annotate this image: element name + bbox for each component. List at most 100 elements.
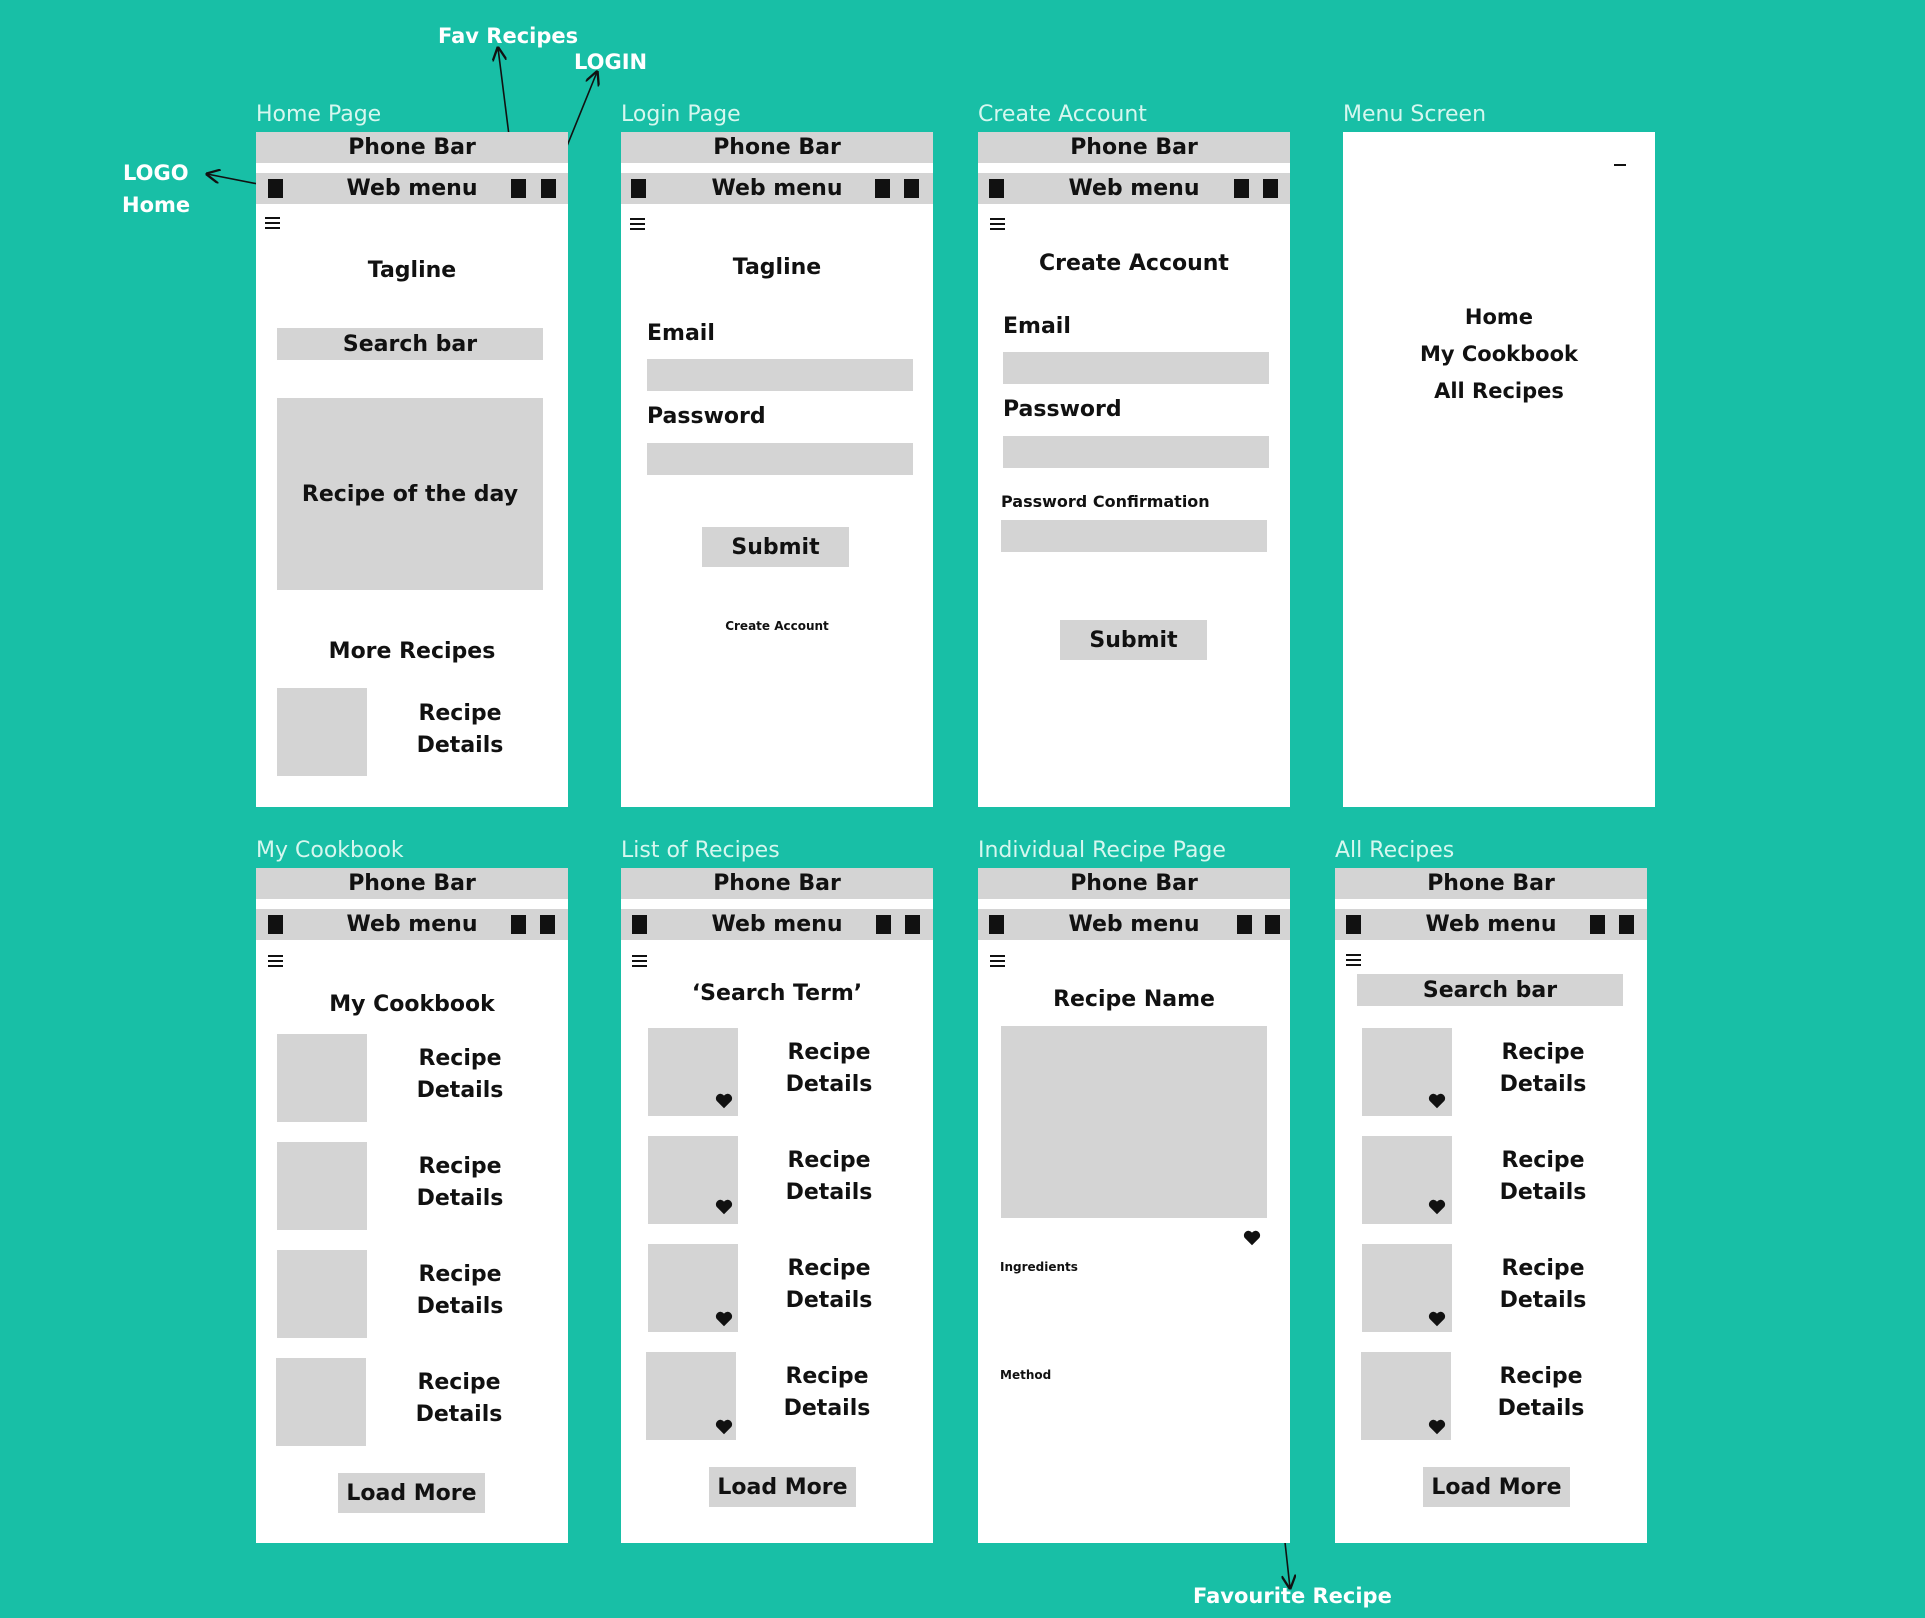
password-label: Password	[647, 404, 766, 429]
search-bar[interactable]: Search bar	[1357, 974, 1623, 1006]
load-more-button[interactable]: Load More	[1423, 1467, 1570, 1507]
hamburger-menu-icon[interactable]	[632, 955, 647, 969]
hamburger-menu-icon[interactable]	[265, 217, 280, 231]
list-of-recipes-title: List of Recipes	[621, 838, 780, 863]
submit-button[interactable]: Submit	[702, 527, 849, 567]
fav-recipes-icon[interactable]	[511, 915, 526, 934]
recipe-thumbnail[interactable]	[277, 688, 367, 776]
email-label: Email	[1003, 314, 1071, 339]
individual-recipe-frame: Phone Bar Web menu Recipe Name Ingredien…	[978, 868, 1290, 1543]
menu-item-home[interactable]: Home	[1343, 305, 1655, 329]
recipe-details-text: Recipe Details	[416, 701, 504, 758]
submit-button[interactable]: Submit	[1060, 620, 1207, 660]
login-icon[interactable]	[1263, 179, 1278, 198]
email-field[interactable]	[1003, 352, 1269, 384]
web-menu-label: Web menu	[711, 176, 843, 201]
tagline: Tagline	[367, 258, 457, 283]
create-account-title: Create Account	[978, 102, 1147, 127]
login-icon[interactable]	[905, 915, 920, 934]
recipe-name-heading: Recipe Name	[1053, 987, 1215, 1012]
recipe-of-the-day-card[interactable]: Recipe of the day	[277, 398, 543, 590]
fav-recipes-icon[interactable]	[875, 179, 890, 198]
email-field[interactable]	[647, 359, 913, 391]
favourite-heart-icon[interactable]	[1428, 1418, 1446, 1436]
recipe-thumbnail[interactable]	[277, 1250, 367, 1338]
favourite-heart-icon[interactable]	[715, 1092, 733, 1110]
password-field[interactable]	[647, 443, 913, 475]
login-icon[interactable]	[904, 179, 919, 198]
tagline: Tagline	[732, 255, 822, 280]
fav-recipes-icon[interactable]	[1590, 915, 1605, 934]
menu-item-all-recipes[interactable]: All Recipes	[1343, 379, 1655, 403]
favourite-heart-icon[interactable]	[715, 1418, 733, 1436]
favourite-heart-icon[interactable]	[1428, 1092, 1446, 1110]
logo-home-icon[interactable]	[1346, 915, 1361, 934]
fav-recipes-icon[interactable]	[1237, 915, 1252, 934]
logo-home-icon[interactable]	[268, 915, 283, 934]
search-term-heading: ‘Search Term’	[691, 981, 863, 1006]
fav-recipes-icon[interactable]	[876, 915, 891, 934]
recipe-thumbnail[interactable]	[276, 1358, 366, 1446]
more-recipes-heading: More Recipes	[328, 639, 496, 664]
password-confirmation-field[interactable]	[1001, 520, 1267, 552]
recipe-thumbnail[interactable]	[277, 1142, 367, 1230]
load-more-button[interactable]: Load More	[709, 1467, 856, 1507]
hamburger-menu-icon[interactable]	[1346, 954, 1361, 968]
recipe-thumbnail[interactable]	[277, 1034, 367, 1122]
submit-label: Submit	[731, 534, 820, 560]
search-bar[interactable]: Search bar	[277, 328, 543, 360]
individual-recipe-title: Individual Recipe Page	[978, 838, 1226, 863]
password-label: Password	[1003, 397, 1122, 422]
login-icon[interactable]	[1265, 915, 1280, 934]
menu-item-my-cookbook[interactable]: My Cookbook	[1343, 342, 1655, 366]
home-page-title: Home Page	[256, 102, 382, 127]
phone-bar: Phone Bar	[256, 132, 568, 163]
phone-bar: Phone Bar	[978, 868, 1290, 899]
login-icon[interactable]	[1619, 915, 1634, 934]
web-menu-label: Web menu	[1425, 912, 1557, 937]
recipe-of-the-day-label: Recipe of the day	[301, 481, 519, 507]
recipe-details-text: Recipe Details	[416, 1154, 504, 1211]
create-account-link[interactable]: Create Account	[621, 619, 933, 633]
favourite-heart-icon[interactable]	[1428, 1310, 1446, 1328]
favourite-heart-icon[interactable]	[715, 1198, 733, 1216]
logo-home-icon[interactable]	[989, 179, 1004, 198]
logo-home-icon[interactable]	[989, 915, 1004, 934]
logo-home-icon[interactable]	[632, 915, 647, 934]
login-icon[interactable]	[540, 915, 555, 934]
home-annotation: Home	[122, 193, 191, 217]
favourite-heart-icon[interactable]	[715, 1310, 733, 1328]
recipe-details-text: Recipe Details	[783, 1364, 871, 1421]
ingredients-label: Ingredients	[1000, 1260, 1078, 1274]
email-label: Email	[647, 321, 715, 346]
load-more-label: Load More	[717, 1474, 848, 1500]
menu-screen-frame: Home My Cookbook All Recipes	[1343, 132, 1655, 807]
load-more-label: Load More	[1431, 1474, 1562, 1500]
load-more-label: Load More	[346, 1480, 477, 1506]
login-icon[interactable]	[541, 179, 556, 198]
load-more-button[interactable]: Load More	[338, 1473, 485, 1513]
hamburger-menu-icon[interactable]	[630, 218, 645, 232]
hamburger-menu-icon[interactable]	[268, 955, 283, 969]
password-field[interactable]	[1003, 436, 1269, 468]
web-menu-label: Web menu	[1068, 912, 1200, 937]
create-account-frame: Phone Bar Web menu Create Account Email …	[978, 132, 1290, 807]
all-recipes-frame: Phone Bar Web menu Search bar Recipe Deta…	[1335, 868, 1647, 1543]
favourite-heart-icon[interactable]	[1243, 1229, 1261, 1247]
search-bar-label: Search bar	[342, 331, 478, 357]
phone-bar: Phone Bar	[621, 132, 933, 163]
logo-home-icon[interactable]	[268, 179, 283, 198]
logo-home-icon[interactable]	[631, 179, 646, 198]
recipe-details-text: Recipe Details	[416, 1046, 504, 1103]
fav-recipes-icon[interactable]	[1234, 179, 1249, 198]
favourite-heart-icon[interactable]	[1428, 1198, 1446, 1216]
hamburger-menu-icon[interactable]	[990, 218, 1005, 232]
search-bar-label: Search bar	[1422, 977, 1558, 1003]
my-cookbook-frame: Phone Bar Web menu My Cookbook Recipe Det…	[256, 868, 568, 1543]
recipe-details-text: Recipe Details	[1497, 1364, 1585, 1421]
minimize-icon[interactable]	[1614, 164, 1626, 166]
phone-bar: Phone Bar	[1335, 868, 1647, 899]
fav-recipes-icon[interactable]	[511, 179, 526, 198]
hamburger-menu-icon[interactable]	[990, 955, 1005, 969]
password-confirmation-label: Password Confirmation	[1001, 492, 1210, 511]
